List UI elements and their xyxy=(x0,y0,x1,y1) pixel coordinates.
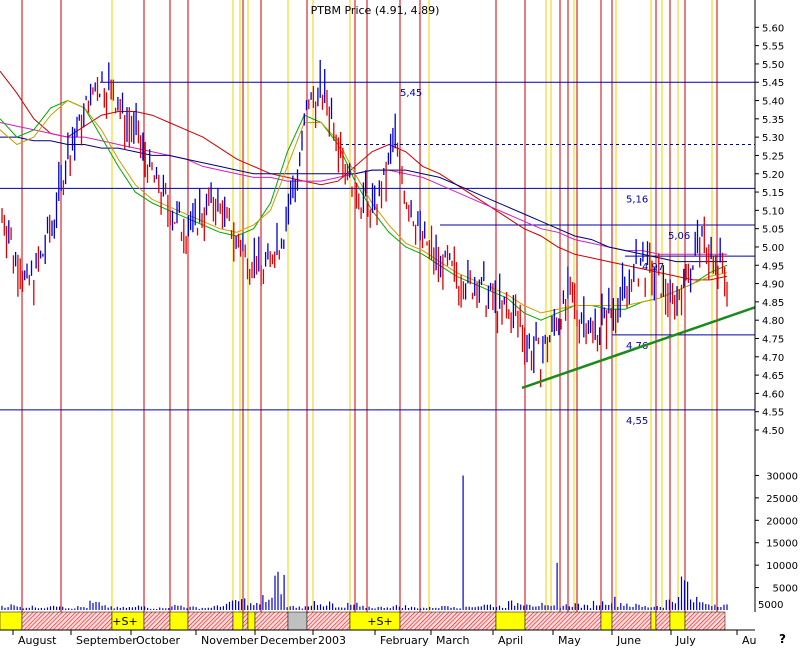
month-tick-label-5: 2003 xyxy=(318,634,346,647)
price-tick-label-12: 5.00 xyxy=(762,243,784,254)
strip-block-14 xyxy=(495,611,526,631)
month-tick-label-9: May xyxy=(558,634,581,647)
strip-block-4 xyxy=(169,611,189,631)
price-tick-label-22: 4.50 xyxy=(762,426,784,437)
volume-tick-label-2: 20000 xyxy=(766,516,798,527)
strip-block-10 xyxy=(287,611,308,631)
strip-block-19 xyxy=(655,611,671,631)
month-tick-label-10: June xyxy=(616,634,641,647)
strip-block-18 xyxy=(650,611,657,631)
volume-tick-label-3: 15000 xyxy=(766,539,798,550)
strip-signal-label-1: +S+ xyxy=(367,615,392,628)
strip-block-0 xyxy=(0,611,23,631)
volume-tick-label-0: 30000 xyxy=(766,471,798,482)
strip-block-1 xyxy=(21,611,113,631)
strip-block-13 xyxy=(399,611,497,631)
strip-block-7 xyxy=(242,611,249,631)
month-tick-label-2: October xyxy=(136,634,180,647)
strip-block-3 xyxy=(143,611,171,631)
price-tick-label-20: 4.60 xyxy=(762,389,784,400)
level-label-2: 5,16 xyxy=(626,194,648,205)
month-tick-label-4: December xyxy=(260,634,318,647)
month-tick-label-11: July xyxy=(675,634,696,647)
month-tick-label-8: April xyxy=(498,634,523,647)
price-tick-label-21: 4.55 xyxy=(762,408,784,419)
price-tick-label-2: 5.50 xyxy=(762,60,784,71)
level-label-0: 5,45 xyxy=(400,88,422,99)
price-tick-label-16: 4.80 xyxy=(762,316,784,327)
price-tick-label-17: 4.75 xyxy=(762,334,784,345)
chart-canvas: 5,455,165,064,974,764,55 +S+ +S+ 5.605.55… xyxy=(0,0,803,647)
price-tick-label-15: 4.85 xyxy=(762,298,784,309)
price-tick-label-13: 4.95 xyxy=(762,261,784,272)
strip-block-6 xyxy=(232,611,244,631)
strip-block-9 xyxy=(254,611,289,631)
price-tick-label-14: 4.90 xyxy=(762,280,784,291)
price-tick-label-8: 5.20 xyxy=(762,170,784,181)
chart-title: PTBM Price (4.91, 4.89) xyxy=(311,4,440,17)
volume-tick-label-5: 5000 xyxy=(773,584,798,595)
month-tick-label-0: August xyxy=(18,634,57,647)
price-tick-label-18: 4.70 xyxy=(762,353,784,364)
volume-tick-label-1: 25000 xyxy=(766,494,798,505)
price-tick-label-1: 5.55 xyxy=(762,42,784,53)
month-tick-label-7: March xyxy=(436,634,470,647)
price-tick-label-3: 5.45 xyxy=(762,78,784,89)
price-tick-label-6: 5.30 xyxy=(762,133,784,144)
strip-block-15 xyxy=(524,611,602,631)
price-tick-label-0: 5.60 xyxy=(762,23,784,34)
month-tick-label-12: Au xyxy=(742,634,757,647)
price-tick-label-5: 5.35 xyxy=(762,115,784,126)
strip-block-11 xyxy=(306,611,351,631)
price-tick-label-19: 4.65 xyxy=(762,371,784,382)
signal-strip: +S+ +S+ xyxy=(0,611,726,631)
level-label-3: 5,06 xyxy=(668,231,690,242)
strip-block-8 xyxy=(247,611,256,631)
month-tick-label-1: September xyxy=(76,634,137,647)
corner-help-glyph[interactable]: ? xyxy=(779,632,786,646)
volume-tick-label-extra: 5000 xyxy=(758,600,783,611)
chart: 5,45 5,16 5,06 4,97 4,76 4,55 +S+ +S+ 5.60 5.55… xyxy=(0,0,803,647)
month-tick-label-6: February xyxy=(380,634,429,647)
price-tick-label-11: 5.05 xyxy=(762,225,784,236)
strip-signal-label-0: +S+ xyxy=(112,615,137,628)
strip-block-16 xyxy=(600,611,613,631)
volume-tick-label-4: 10000 xyxy=(766,561,798,572)
strip-block-21 xyxy=(684,611,726,631)
strip-block-5 xyxy=(187,611,234,631)
level-label-6: 4,55 xyxy=(626,416,648,427)
month-tick-label-3: November xyxy=(201,634,259,647)
price-tick-label-10: 5.10 xyxy=(762,206,784,217)
price-tick-label-9: 5.15 xyxy=(762,188,784,199)
strip-block-17 xyxy=(611,611,652,631)
strip-block-20 xyxy=(669,611,686,631)
price-tick-label-4: 5.40 xyxy=(762,97,784,108)
price-tick-label-7: 5.25 xyxy=(762,151,784,162)
